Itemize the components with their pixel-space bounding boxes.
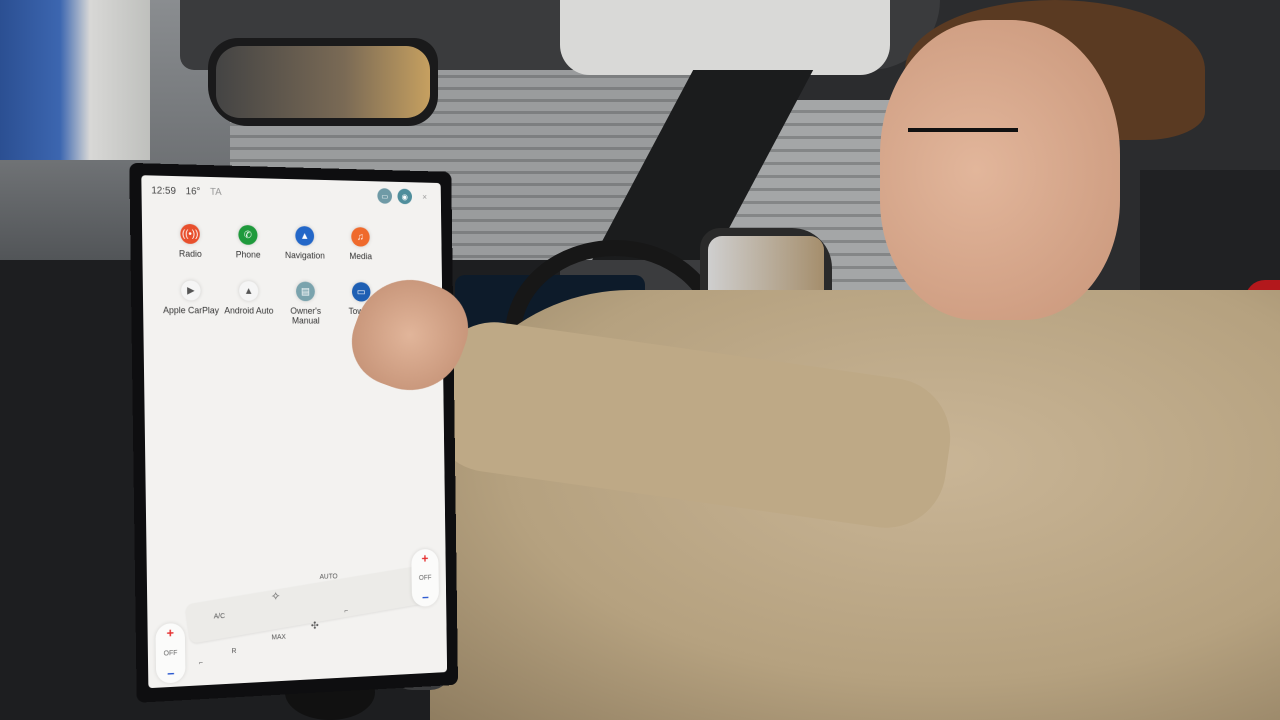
android-auto-icon: ▲ — [239, 281, 259, 301]
clock: 12:59 — [151, 184, 176, 197]
manual-icon: ▤ — [295, 281, 315, 302]
climate-controls: + OFF − + OFF − A/C AUTO ✧ MAX R ✣ ⌐ ⌐ — [147, 548, 448, 688]
music-icon: ♫ — [351, 227, 370, 247]
app-phone[interactable]: ✆ Phone — [220, 224, 276, 260]
infotainment-display: 12:59 16° TA ▭ ◉ × ((•)) Radio ✆ Phone ▲ Navi… — [129, 162, 458, 703]
driver-face — [880, 20, 1120, 320]
app-label: Media — [349, 251, 373, 262]
app-owner-s-manual[interactable]: ▤ Owner's Manual — [278, 281, 333, 326]
app-label: Radio — [178, 248, 202, 259]
display-icon[interactable]: ▭ — [377, 188, 393, 204]
rearview-mirror — [208, 38, 438, 126]
left-temperature-control[interactable]: + OFF − — [155, 622, 186, 684]
app-apple-carplay[interactable]: ▶ Apple CarPlay — [162, 280, 219, 325]
outside-temperature: 16° — [185, 185, 201, 198]
app-media[interactable]: ♫ Media — [334, 227, 388, 262]
camera-icon[interactable]: ◉ — [397, 188, 413, 205]
right-temp-up-button[interactable]: + — [421, 551, 428, 566]
radio-icon: ((•)) — [180, 223, 200, 245]
left-temp-label: OFF — [163, 649, 178, 658]
rear-defrost-button[interactable]: R — [232, 648, 237, 655]
app-radio[interactable]: ((•)) Radio — [162, 223, 219, 260]
max-defrost-button[interactable]: MAX — [271, 634, 285, 642]
app-label: Phone — [235, 249, 261, 260]
right-temp-down-button[interactable]: − — [422, 590, 429, 605]
status-bar: 12:59 16° TA ▭ ◉ × — [141, 175, 441, 211]
driver-glasses — [908, 128, 1018, 162]
touchscreen[interactable]: 12:59 16° TA ▭ ◉ × ((•)) Radio ✆ Phone ▲ Navi… — [141, 175, 448, 689]
seat-heat-right-icon[interactable]: ⌐ — [344, 608, 348, 615]
navigation-icon: ▲ — [295, 226, 315, 246]
cabin-photo: 12:59 16° TA ▭ ◉ × ((•)) Radio ✆ Phone ▲ Navi… — [0, 0, 1280, 720]
auto-button[interactable]: AUTO — [320, 573, 338, 580]
right-temperature-control[interactable]: + OFF − — [411, 548, 440, 607]
seat-heat-left-icon[interactable]: ⌐ — [199, 660, 203, 667]
app-navigation[interactable]: ▲ Navigation — [277, 226, 332, 261]
left-temp-up-button[interactable]: + — [166, 625, 174, 640]
fan-icon[interactable]: ✣ — [311, 621, 319, 632]
right-temp-label: OFF — [418, 574, 432, 582]
building — [0, 0, 150, 160]
app-android-auto[interactable]: ▲ Android Auto — [221, 281, 277, 326]
app-label: Android Auto — [224, 305, 274, 316]
app-label: Apple CarPlay — [163, 305, 220, 316]
app-label: Owner's Manual — [290, 305, 322, 326]
phone-icon: ✆ — [238, 224, 258, 245]
airflow-icon[interactable]: ✧ — [271, 589, 281, 603]
traffic-announcement-indicator: TA — [209, 186, 222, 198]
left-temp-down-button[interactable]: − — [167, 666, 175, 681]
app-label: Navigation — [284, 250, 325, 261]
climate-strip — [185, 564, 430, 644]
sun-visor — [560, 0, 890, 75]
ac-button[interactable]: A/C — [214, 613, 225, 620]
close-icon[interactable]: × — [417, 189, 432, 205]
mirror-glass — [216, 46, 430, 118]
carplay-icon: ▶ — [181, 280, 201, 301]
